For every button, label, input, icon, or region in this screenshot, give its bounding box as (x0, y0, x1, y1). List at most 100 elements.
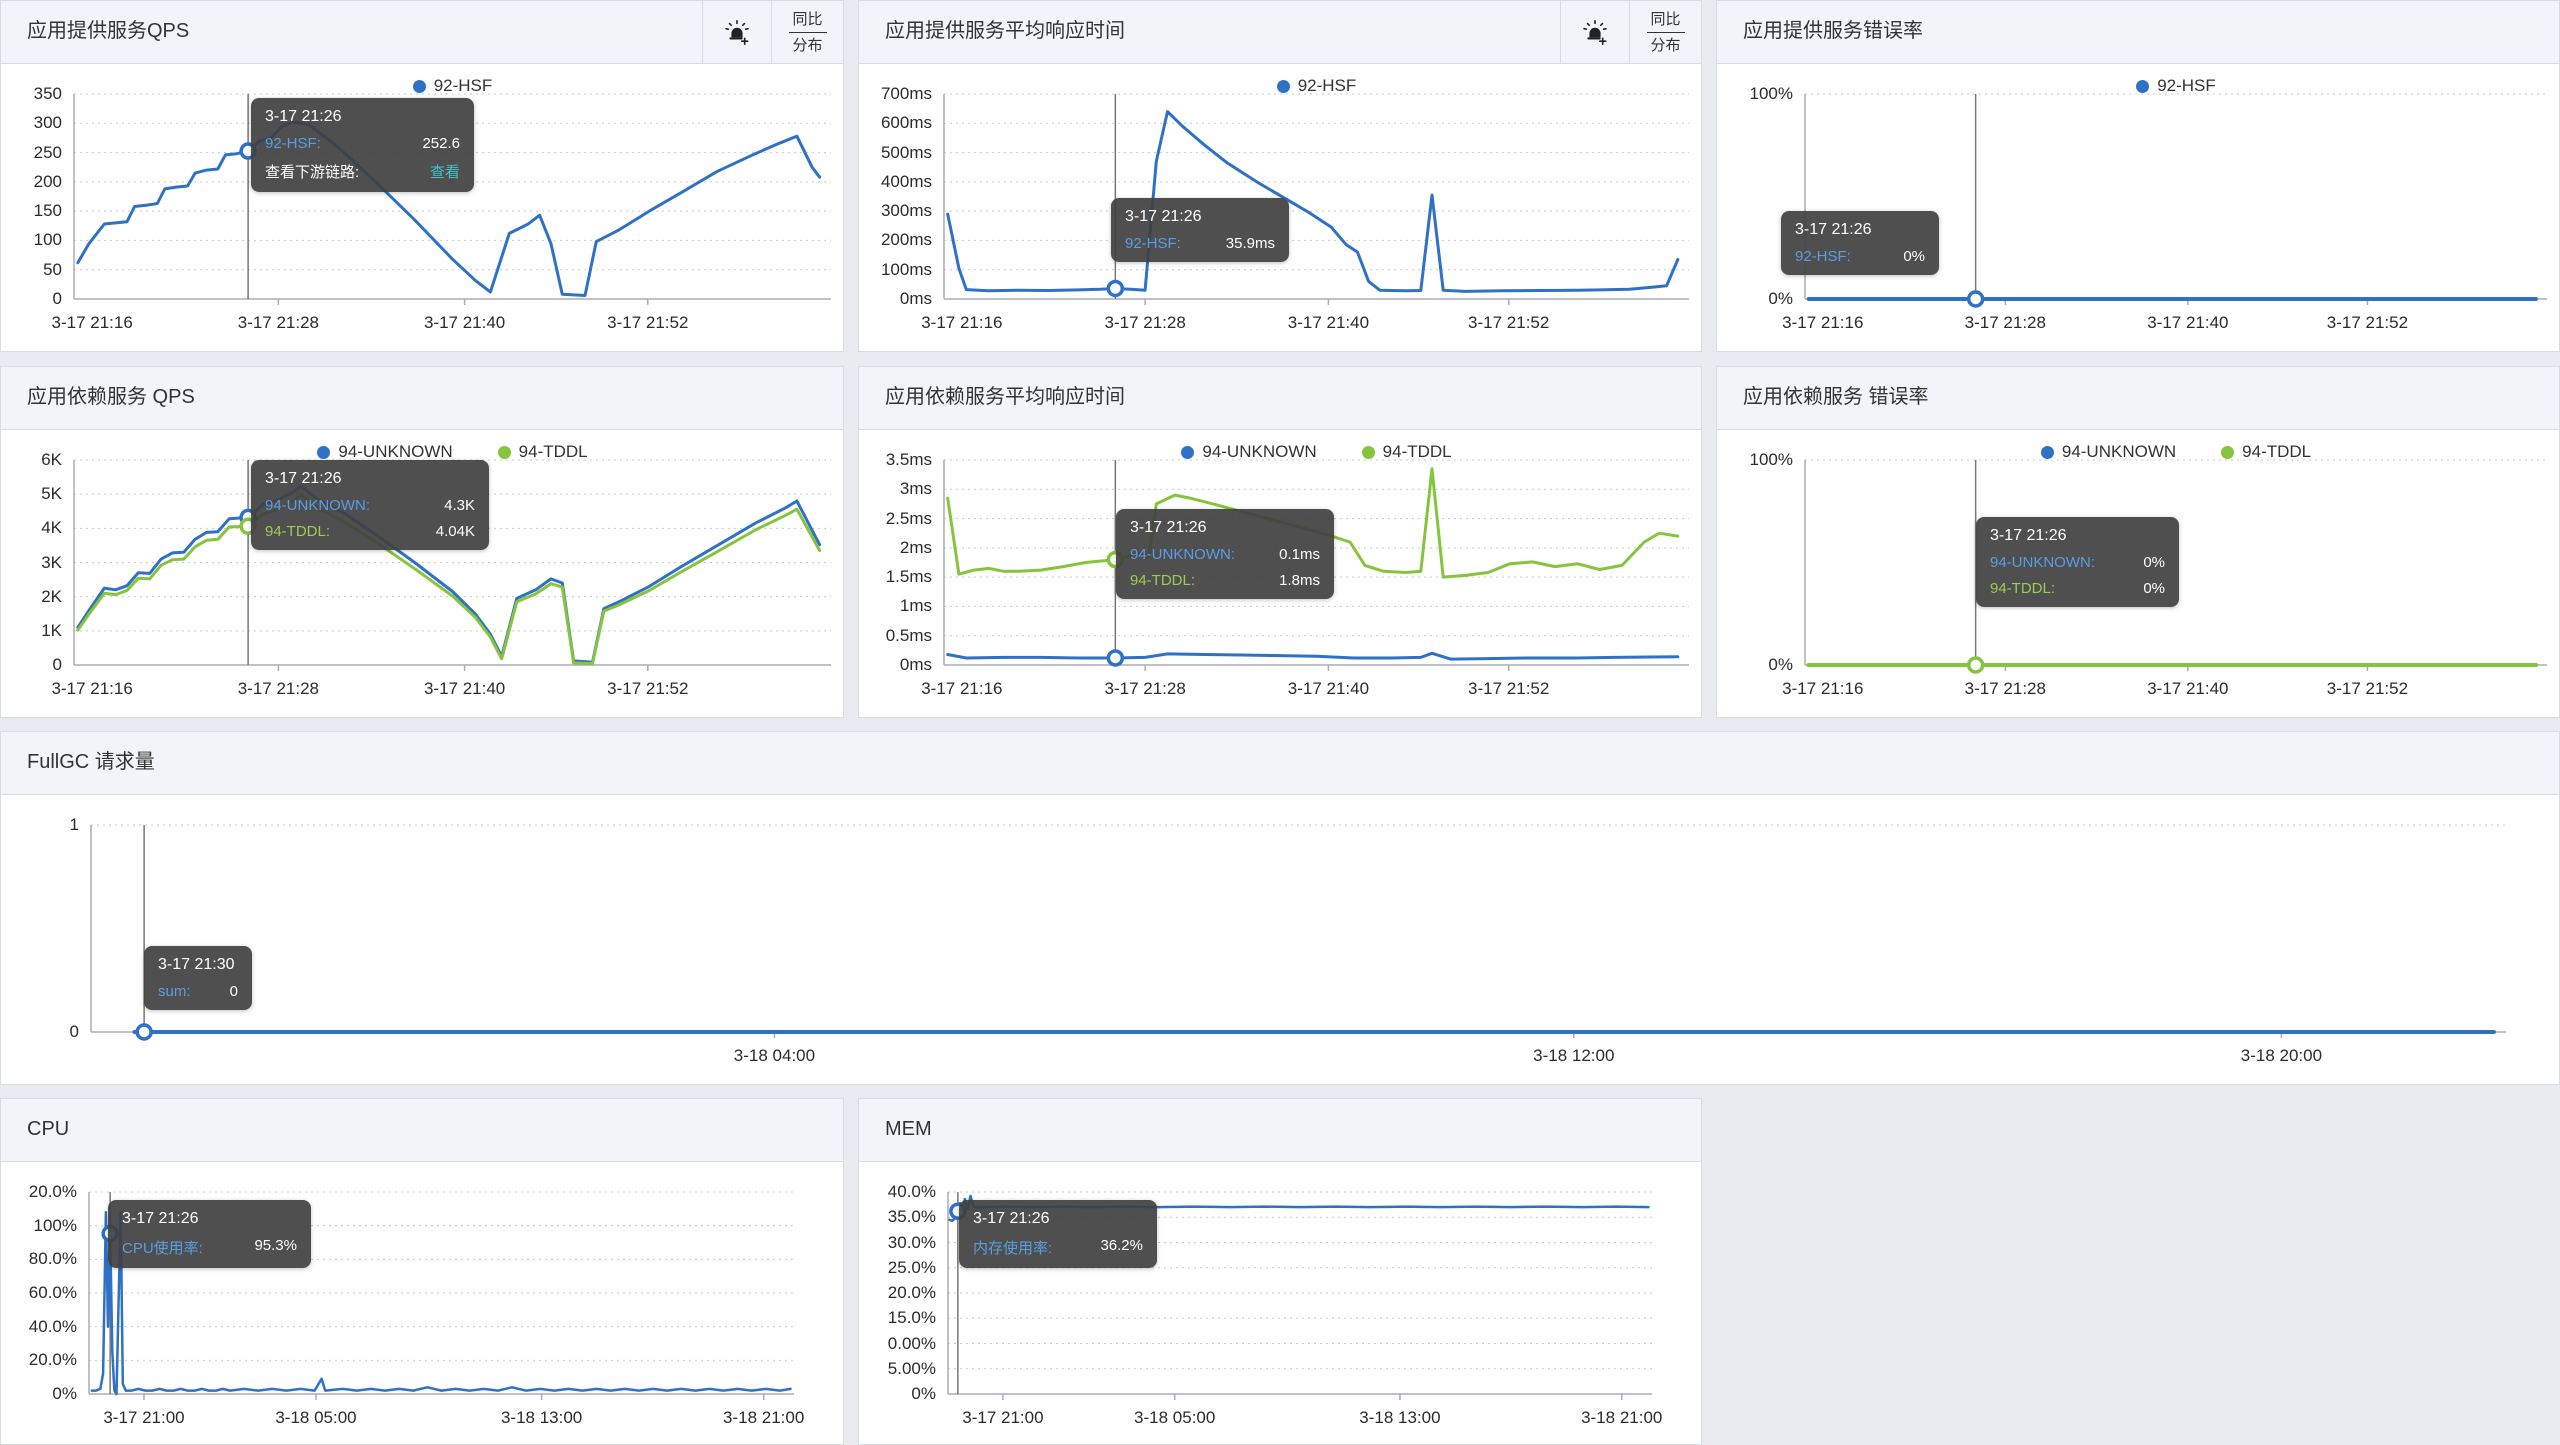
tooltip-value: 0 (230, 983, 238, 1000)
legend-label: 92-HSF (2157, 76, 2216, 96)
chart-tooltip: 3-17 21:2692-HSF:252.6查看下游链路:查看 (251, 98, 474, 192)
tooltip-timestamp: 3-17 21:26 (973, 1210, 1143, 1228)
panel-header: MEM (859, 1099, 1701, 1162)
tooltip-row: 94-TDDL:0% (1990, 580, 2165, 597)
chart-canvas[interactable] (1, 795, 2559, 1084)
legend-label: 94-UNKNOWN (2062, 442, 2176, 462)
tooltip-row: 94-TDDL:4.04K (265, 523, 475, 540)
tooltip-series-label: 92-HSF: (1125, 235, 1181, 252)
panel-title: CPU (1, 1099, 69, 1161)
chart-tooltip: 3-17 21:2694-UNKNOWN:0.1ms94-TDDL:1.8ms (1116, 509, 1334, 599)
chart-canvas[interactable] (1717, 64, 2559, 351)
chart-cpu[interactable]: 20.0%100%80.0%60.0%40.0%20.0%0%3-17 21:0… (1, 1162, 843, 1444)
add-alarm-button[interactable] (1560, 1, 1629, 63)
legend-item-92-HSF[interactable]: 92-HSF (413, 76, 493, 96)
tooltip-row: 94-UNKNOWN: 0% (1990, 554, 2165, 571)
chart-fullgc[interactable]: 103-18 04:003-18 12:003-18 20:003-17 21:… (1, 795, 2559, 1084)
legend-dot-icon (1362, 446, 1375, 459)
panel-title: 应用依赖服务平均响应时间 (859, 367, 1125, 429)
legend-item-94-TDDL[interactable]: 94-TDDL (1362, 442, 1452, 462)
hover-marker (1108, 651, 1122, 665)
panel-header: 应用依赖服务平均响应时间 (859, 367, 1701, 430)
legend-item-92-HSF[interactable]: 92-HSF (1277, 76, 1357, 96)
toggle-divider (789, 32, 827, 33)
panel-title: 应用提供服务QPS (1, 1, 189, 63)
distribution-link[interactable]: 分布 (792, 36, 822, 55)
tooltip-value: 35.9ms (1226, 235, 1275, 252)
tooltip-series-label: sum: (158, 983, 191, 1000)
panel-mem: MEM 40.0%35.0%30.0%25.0%20.0%15.0%0.00%5… (858, 1098, 1702, 1445)
tooltip-value: 95.3% (254, 1237, 297, 1258)
chart-provided-qps[interactable]: 3503002502001501005003-17 21:163-17 21:2… (1, 64, 843, 351)
chart-legend: 92-HSF (944, 76, 1689, 96)
legend-dot-icon (498, 446, 511, 459)
chart-mem[interactable]: 40.0%35.0%30.0%25.0%20.0%15.0%0.00%5.00%… (859, 1162, 1701, 1444)
header-tools: 同比 分布 (702, 1, 843, 63)
chart-provided-rt[interactable]: 700ms600ms500ms400ms300ms200ms100ms0ms3-… (859, 64, 1701, 351)
chart-legend: 94-UNKNOWN 94-TDDL (74, 442, 831, 462)
tooltip-timestamp: 3-17 21:26 (1130, 519, 1320, 537)
legend-dot-icon (2136, 80, 2149, 93)
legend-item-92-HSF[interactable]: 92-HSF (2136, 76, 2216, 96)
distribution-link[interactable]: 分布 (1650, 36, 1680, 55)
legend-label: 92-HSF (434, 76, 493, 96)
legend-item-94-TDDL[interactable]: 94-TDDL (2221, 442, 2311, 462)
legend-dot-icon (1181, 446, 1194, 459)
chart-dependency-error-rate[interactable]: 100%0%3-17 21:163-17 21:283-17 21:403-17… (1717, 430, 2559, 717)
panel-header: 应用提供服务错误率 (1717, 1, 2559, 64)
add-alarm-icon (1581, 18, 1609, 46)
tooltip-series-label: 94-UNKNOWN: (1990, 554, 2095, 571)
legend-item-94-UNKNOWN[interactable]: 94-UNKNOWN (317, 442, 452, 462)
tooltip-row: 92-HSF: 0% (1795, 248, 1925, 265)
chart-dependency-qps[interactable]: 6K5K4K3K2K1K03-17 21:163-17 21:283-17 21… (1, 430, 843, 717)
chart-legend: 94-UNKNOWN 94-TDDL (944, 442, 1689, 462)
chart-provided-error-rate[interactable]: 100%0%3-17 21:163-17 21:283-17 21:403-17… (1717, 64, 2559, 351)
hover-marker (1969, 658, 1983, 672)
compare-yoy-link[interactable]: 同比 (792, 10, 822, 29)
panel-provided-error-rate: 应用提供服务错误率 100%0%3-17 21:163-17 21:283-17… (1716, 0, 2560, 352)
tooltip-row: sum: 0 (158, 983, 238, 1000)
tooltip-series-label: 查看下游链路: (265, 161, 359, 182)
legend-label: 92-HSF (1298, 76, 1357, 96)
tooltip-series-label: 92-HSF: (1795, 248, 1851, 265)
add-alarm-icon (723, 18, 751, 46)
panel-dependency-error-rate: 应用依赖服务 错误率 100%0%3-17 21:163-17 21:283-1… (1716, 366, 2560, 718)
tooltip-value: 0% (2143, 554, 2165, 571)
tooltip-value: 36.2% (1100, 1237, 1143, 1258)
chart-legend: 94-UNKNOWN 94-TDDL (1805, 442, 2547, 462)
legend-item-94-UNKNOWN[interactable]: 94-UNKNOWN (2041, 442, 2176, 462)
tooltip-series-label: 94-UNKNOWN: (265, 497, 370, 514)
hover-marker (137, 1025, 151, 1039)
legend-dot-icon (317, 446, 330, 459)
chart-tooltip: 3-17 21:2694-UNKNOWN:0%94-TDDL:0% (1976, 517, 2179, 607)
panel-dependency-qps: 应用依赖服务 QPS 6K5K4K3K2K1K03-17 21:163-17 2… (0, 366, 844, 718)
tooltip-series-label: 内存使用率: (973, 1237, 1052, 1258)
tooltip-value: 0% (1903, 248, 1925, 265)
panel-provided-rt: 应用提供服务平均响应时间 (858, 0, 1702, 352)
legend-dot-icon (2041, 446, 2054, 459)
panel-title: 应用提供服务错误率 (1717, 1, 1923, 63)
chart-legend: 92-HSF (74, 76, 831, 96)
panel-provided-qps: 应用提供服务QPS (0, 0, 844, 352)
series-line-94-UNKNOWN (948, 653, 1678, 659)
tooltip-series-label: 92-HSF: (265, 135, 321, 152)
add-alarm-button[interactable] (702, 1, 771, 63)
tooltip-row: 94-TDDL:1.8ms (1130, 572, 1320, 589)
view-downstream-link[interactable]: 查看 (430, 161, 460, 182)
tooltip-timestamp: 3-17 21:26 (265, 470, 475, 488)
tooltip-series-label: 94-TDDL: (1990, 580, 2055, 597)
legend-item-94-UNKNOWN[interactable]: 94-UNKNOWN (1181, 442, 1316, 462)
legend-item-94-TDDL[interactable]: 94-TDDL (498, 442, 588, 462)
panel-header: 应用依赖服务 QPS (1, 367, 843, 430)
tooltip-timestamp: 3-17 21:30 (158, 956, 238, 974)
panel-title: FullGC 请求量 (1, 732, 155, 794)
compare-distribution-toggle: 同比 分布 (1629, 1, 1701, 63)
panel-title: MEM (859, 1099, 932, 1161)
compare-yoy-link[interactable]: 同比 (1650, 10, 1680, 29)
panel-title: 应用依赖服务 QPS (1, 367, 195, 429)
tooltip-row: 查看下游链路: 查看 (265, 161, 460, 182)
legend-label: 94-TDDL (2242, 442, 2311, 462)
tooltip-timestamp: 3-17 21:26 (265, 108, 460, 126)
tooltip-timestamp: 3-17 21:26 (1795, 221, 1925, 239)
chart-dependency-rt[interactable]: 3.5ms3ms2.5ms2ms1.5ms1ms0.5ms0ms3-17 21:… (859, 430, 1701, 717)
